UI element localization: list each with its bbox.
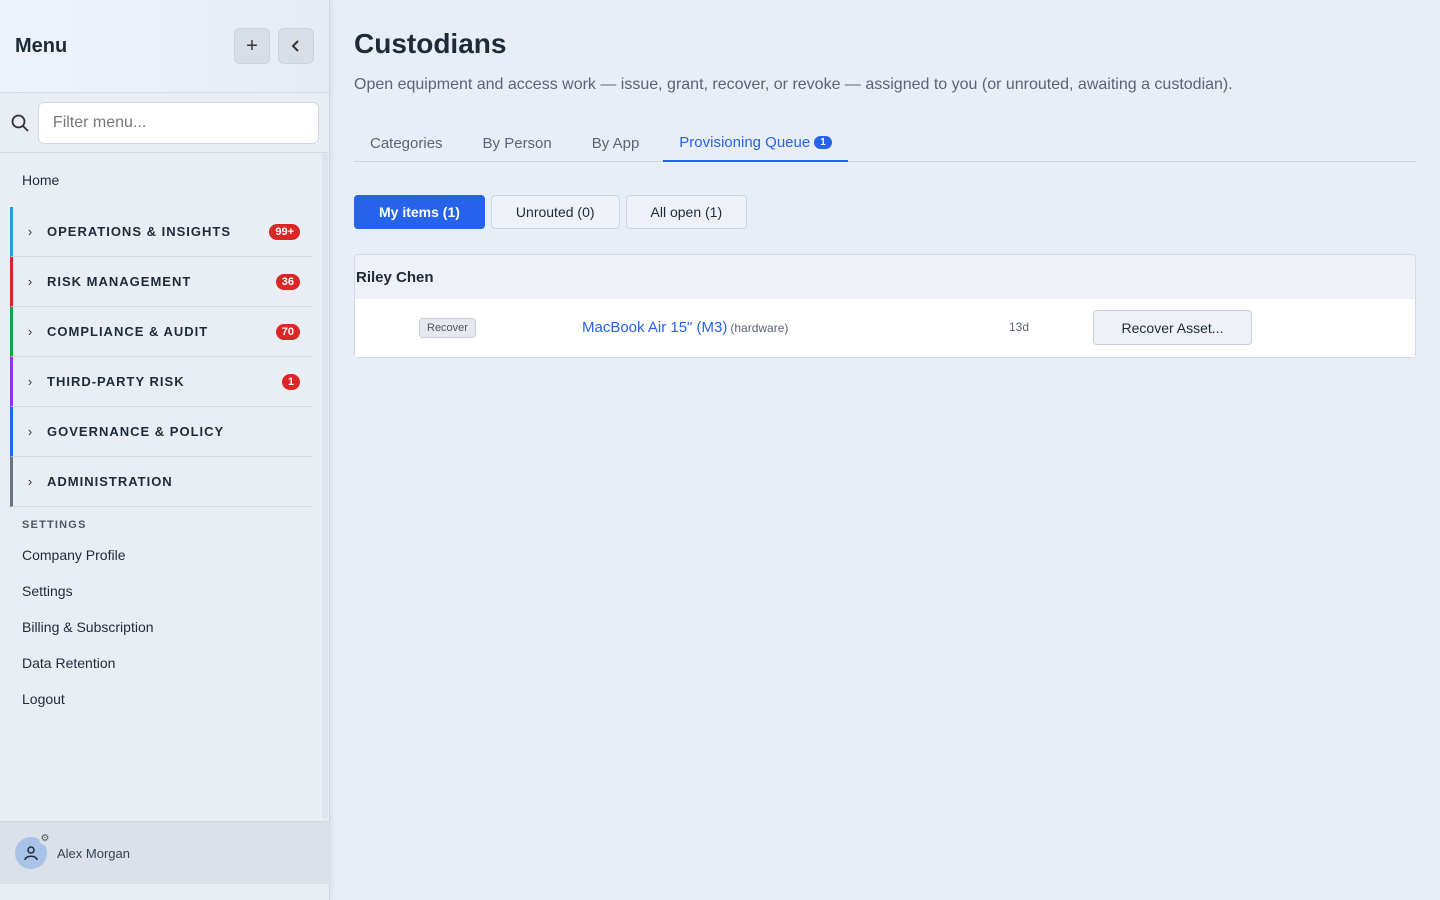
add-button[interactable]: + bbox=[234, 28, 270, 64]
page-subtitle: Open equipment and access work — issue, … bbox=[354, 76, 1233, 93]
nav-group-label: COMPLIANCE & AUDIT bbox=[47, 324, 209, 339]
chevron-right-icon: › bbox=[27, 224, 33, 239]
recover-asset-button[interactable]: Recover Asset... bbox=[1093, 310, 1252, 345]
chevron-right-icon: › bbox=[27, 374, 33, 389]
nav-company-profile[interactable]: Company Profile bbox=[0, 537, 330, 573]
chevron-right-icon: › bbox=[27, 474, 33, 489]
nav-home[interactable]: Home bbox=[0, 153, 330, 207]
menu-search bbox=[0, 93, 329, 153]
nav-group-governance-policy[interactable]: › GOVERNANCE & POLICY bbox=[10, 407, 312, 457]
action-type-tag: Recover bbox=[419, 318, 476, 338]
nav-group-label: GOVERNANCE & POLICY bbox=[47, 424, 225, 439]
asset-link[interactable]: MacBook Air 15" (M3) (hardware) bbox=[582, 319, 788, 336]
user-icon bbox=[24, 846, 38, 861]
plus-icon: + bbox=[246, 34, 258, 57]
nav-logout[interactable]: Logout bbox=[0, 681, 330, 717]
asset-type: (hardware) bbox=[730, 321, 789, 335]
table-row: Recover MacBook Air 15" (M3) (hardware) 1… bbox=[355, 299, 1415, 357]
filter-all-open-button[interactable]: All open (1) bbox=[625, 195, 748, 229]
nav-group-label: RISK MANAGEMENT bbox=[47, 274, 192, 289]
nav-group-label: ADMINISTRATION bbox=[47, 474, 173, 489]
item-age: 13d bbox=[1009, 320, 1030, 334]
filter-my-items-button[interactable]: My items (1) bbox=[354, 195, 485, 229]
nav-billing-subscription[interactable]: Billing & Subscription bbox=[0, 609, 330, 645]
tab-label: Categories bbox=[370, 134, 443, 152]
asset-name: MacBook Air 15" (M3) bbox=[582, 319, 728, 336]
nav-group-risk-management[interactable]: › RISK MANAGEMENT 36 bbox=[10, 257, 312, 307]
chevron-left-icon bbox=[291, 40, 299, 52]
tab-label: Provisioning Queue bbox=[679, 133, 811, 151]
gear-icon: ⚙ bbox=[39, 833, 51, 845]
count-badge: 1 bbox=[281, 373, 300, 390]
tab-count-badge: 1 bbox=[814, 135, 832, 149]
filter-menu-input[interactable] bbox=[37, 101, 319, 144]
chevron-right-icon: › bbox=[27, 324, 33, 339]
count-badge: 36 bbox=[275, 273, 300, 290]
filter-unrouted-button[interactable]: Unrouted (0) bbox=[490, 195, 620, 229]
nav-settings[interactable]: Settings bbox=[0, 573, 330, 609]
user-name: Alex Morgan bbox=[57, 845, 130, 861]
nav-group-third-party-risk[interactable]: › THIRD-PARTY RISK 1 bbox=[10, 357, 312, 407]
user-footer[interactable]: ⚙ Alex Morgan bbox=[0, 821, 330, 884]
person-name: Riley Chen bbox=[356, 268, 434, 286]
nav-group-compliance-audit[interactable]: › COMPLIANCE & AUDIT 70 bbox=[10, 307, 312, 357]
sidebar-title: Menu bbox=[15, 34, 68, 57]
tab-by-person[interactable]: By Person bbox=[467, 124, 568, 162]
chevron-right-icon: › bbox=[27, 424, 33, 439]
sidebar-nav: Home › OPERATIONS & INSIGHTS 99+ › RISK … bbox=[0, 153, 330, 821]
tab-by-app[interactable]: By App bbox=[576, 124, 656, 162]
person-group-card: Riley Chen Recover MacBook Air 15" (M3)(… bbox=[354, 254, 1416, 358]
nav-group-operations-insights[interactable]: › OPERATIONS & INSIGHTS 99+ bbox=[10, 207, 312, 257]
avatar[interactable]: ⚙ bbox=[15, 833, 51, 869]
nav-group-label: OPERATIONS & INSIGHTS bbox=[47, 224, 231, 239]
main-content: Custodians Open equipment and access wor… bbox=[354, 0, 1416, 358]
collapse-sidebar-button[interactable] bbox=[278, 28, 314, 64]
sidebar-header: Menu + bbox=[0, 0, 329, 93]
settings-section-label: SETTINGS bbox=[22, 519, 87, 531]
count-badge: 70 bbox=[275, 323, 300, 340]
tab-label: By App bbox=[591, 134, 640, 152]
nav-data-retention[interactable]: Data Retention bbox=[0, 645, 330, 681]
sidebar-scrollbar[interactable] bbox=[322, 153, 328, 818]
tab-label: By Person bbox=[482, 134, 552, 152]
filter-buttons: My items (1) Unrouted (0) All open (1) bbox=[354, 195, 1416, 229]
tab-bar: Categories By Person By App Provisioning… bbox=[354, 124, 1416, 162]
page-title: Custodians bbox=[354, 28, 507, 59]
chevron-right-icon: › bbox=[27, 274, 33, 289]
search-icon bbox=[10, 113, 30, 133]
nav-group-label: THIRD-PARTY RISK bbox=[47, 374, 185, 389]
sidebar: Menu + Home › OPERATIONS & INSIGHTS 99+ … bbox=[0, 0, 330, 900]
count-badge: 99+ bbox=[269, 223, 300, 240]
tab-categories[interactable]: Categories bbox=[354, 124, 459, 162]
nav-group-administration[interactable]: › ADMINISTRATION bbox=[10, 457, 312, 507]
tab-provisioning-queue[interactable]: Provisioning Queue 1 bbox=[663, 124, 848, 162]
